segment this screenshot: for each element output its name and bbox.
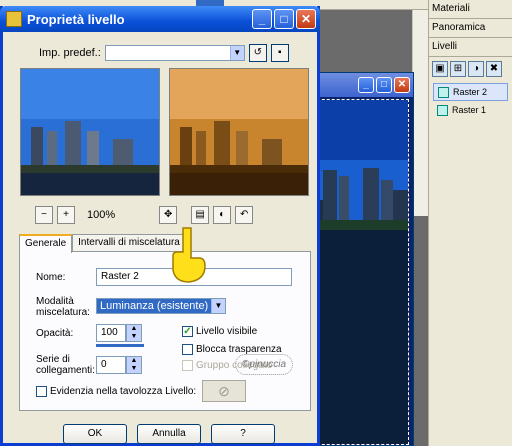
save-icon[interactable]: ▪: [270, 44, 289, 62]
preview-after[interactable]: [169, 68, 309, 196]
visible-checkbox[interactable]: ✓ Livello visibile: [182, 326, 257, 337]
name-label: Nome:: [36, 272, 66, 283]
panel-tab-panoramica[interactable]: Panoramica: [429, 19, 512, 38]
highlight-label: Evidenzia nella tavolozza Livello:: [50, 386, 197, 397]
preset-row: Imp. predef.: ▼ ↺ ▪: [39, 44, 289, 62]
right-panel: Materiali Panoramica Livelli ▣ ⊞ ◑ ✖ Ras…: [428, 0, 512, 446]
layer-name: Raster 1: [452, 105, 487, 115]
chevron-down-icon: ▼: [211, 299, 225, 313]
new-layer-icon[interactable]: ▣: [432, 61, 448, 77]
layer-item[interactable]: Raster 1: [433, 101, 508, 119]
checkbox-box: [182, 360, 193, 371]
reset-icon[interactable]: ↺: [248, 44, 267, 62]
raster-layer-icon: [437, 104, 448, 116]
preview-before-image: [21, 69, 159, 195]
close-icon[interactable]: ✕: [394, 77, 410, 93]
checkmark-icon: ✓: [182, 326, 193, 337]
checkbox-box: [182, 344, 193, 355]
close-icon[interactable]: ✕: [296, 9, 316, 29]
dialog-title: Proprietà livello: [27, 11, 125, 27]
proof-icon[interactable]: ◐: [213, 206, 232, 224]
raster-layer-icon: [438, 86, 449, 98]
new-group-icon[interactable]: ⊞: [450, 61, 466, 77]
preset-select[interactable]: ▼: [104, 45, 245, 61]
preview-before[interactable]: [20, 68, 160, 196]
delete-layer-icon[interactable]: ✖: [486, 61, 502, 77]
tab-generale[interactable]: Generale: [19, 234, 73, 253]
panel-tab-livelli[interactable]: Livelli: [429, 38, 512, 57]
opacity-label: Opacità:: [36, 328, 74, 339]
checkbox-box: [36, 386, 47, 397]
pointing-hand-icon: [172, 227, 206, 283]
preset-label: Imp. predef.:: [39, 47, 101, 59]
undo-icon[interactable]: ↶: [235, 206, 254, 224]
highlight-checkbox[interactable]: Evidenzia nella tavolozza Livello:: [36, 386, 196, 397]
help-button[interactable]: ?: [211, 424, 275, 444]
layer-list: Raster 2 Raster 1: [433, 83, 508, 119]
blend-mode-select[interactable]: Luminanza (esistente) ▼: [96, 298, 226, 314]
group-label: Serie di collegamenti:: [36, 354, 95, 376]
ok-button[interactable]: OK: [63, 424, 127, 444]
dialog-buttons: OK Annulla ?: [63, 424, 275, 444]
general-tab-panel: Nome: Raster 2 Modalità miscelatura: Lum…: [19, 251, 311, 411]
maximize-icon[interactable]: □: [376, 77, 392, 93]
blend-label: Modalità miscelatura:: [36, 296, 90, 318]
layer-name: Raster 2: [453, 87, 488, 97]
preview-toggle-icon[interactable]: ▤: [191, 206, 210, 224]
minimize-icon[interactable]: _: [252, 9, 272, 29]
group-spinner[interactable]: ▲ ▼: [126, 356, 142, 374]
preview-after-image: [170, 69, 308, 195]
cancel-button[interactable]: Annulla: [137, 424, 201, 444]
zoom-out-icon[interactable]: −: [35, 206, 53, 224]
layer-mask-icon[interactable]: ◑: [468, 61, 484, 77]
highlight-color-swatch[interactable]: ⊘: [202, 380, 246, 402]
visible-label: Livello visibile: [196, 326, 258, 337]
opacity-slider[interactable]: [96, 344, 144, 347]
group-input[interactable]: 0: [96, 356, 126, 374]
zoom-controls: − + 100% ✥ ▤ ◐ ↶: [35, 206, 254, 224]
maximize-icon[interactable]: □: [274, 9, 294, 29]
blend-value: Luminanza (esistente): [100, 300, 209, 312]
pan-icon[interactable]: ✥: [159, 206, 178, 224]
workspace-scrollbar[interactable]: [412, 10, 428, 216]
opacity-slider-fill: [96, 344, 144, 347]
layer-toolbar: ▣ ⊞ ◑ ✖: [429, 57, 512, 81]
chevron-down-icon: ▼: [229, 46, 244, 60]
app-icon: [6, 11, 22, 27]
opacity-input[interactable]: 100: [96, 324, 126, 342]
panel-tab-materiali[interactable]: Materiali: [429, 0, 512, 19]
minimize-icon[interactable]: _: [358, 77, 374, 93]
dialog-titlebar[interactable]: Proprietà livello _ □ ✕: [0, 6, 320, 32]
zoom-level: 100%: [87, 209, 116, 221]
opacity-spinner[interactable]: ▲ ▼: [126, 324, 142, 342]
zoom-in-icon[interactable]: +: [57, 206, 75, 224]
layer-item[interactable]: Raster 2: [433, 83, 508, 101]
layer-properties-dialog: Proprietà livello _ □ ✕ Imp. predef.: ▼ …: [0, 6, 320, 446]
watermark-stamp: ©pinuccia: [235, 354, 294, 375]
